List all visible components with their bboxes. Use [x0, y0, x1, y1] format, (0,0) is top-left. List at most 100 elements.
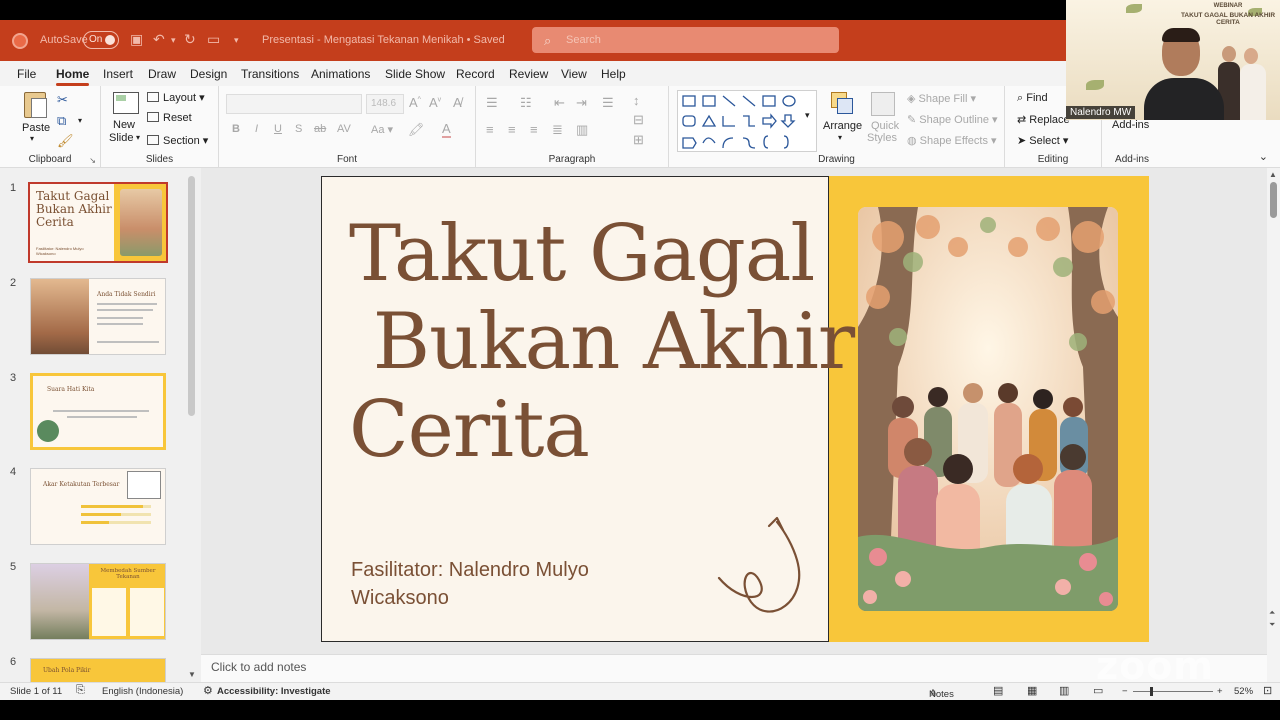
zoom-out-icon[interactable]: − — [1122, 686, 1128, 697]
reading-view-icon[interactable]: ▥ — [1059, 684, 1069, 697]
zoom-participant-video[interactable]: WEBINAR TAKUT GAGAL BUKAN AKHIR CERITA N… — [1066, 0, 1280, 120]
clear-formatting-icon[interactable]: A̸ — [453, 95, 462, 110]
thumbnail-slide-4[interactable]: Akar Ketakutan Terbesar — [30, 468, 166, 545]
addins-button[interactable]: Add-ins — [1112, 119, 1149, 131]
decrease-font-icon[interactable]: Av — [429, 95, 441, 110]
tab-review[interactable]: Review — [509, 67, 548, 81]
section-button[interactable]: Section ▾ — [147, 134, 208, 147]
change-case-icon[interactable]: Aa ▾ — [371, 123, 393, 136]
slide-title[interactable]: Takut Gagal Bukan Akhir Cerita — [349, 210, 855, 474]
tab-design[interactable]: Design — [190, 67, 227, 81]
align-text-icon[interactable]: ⊟ — [633, 112, 644, 128]
scroll-thumb[interactable] — [1270, 182, 1277, 218]
previous-slide-icon[interactable]: ⏶ — [1269, 608, 1275, 618]
zoom-level[interactable]: 52% — [1234, 686, 1253, 697]
increase-font-icon[interactable]: A^ — [409, 95, 421, 110]
dialog-launcher-icon[interactable]: ↘ — [89, 156, 96, 165]
current-slide[interactable]: Takut Gagal Bukan Akhir Cerita Fasilitat… — [321, 176, 1149, 642]
thumbnails-scrollbar[interactable] — [188, 176, 195, 416]
font-size-dropdown[interactable]: 148.6 — [366, 94, 404, 114]
redo-icon[interactable]: ↻ — [184, 31, 196, 48]
shape-outline-button[interactable]: ✎ Shape Outline ▾ — [907, 113, 998, 126]
thumbnail-slide-6[interactable]: Ubah Pola Pikir — [30, 658, 166, 682]
autosave-toggle[interactable]: On — [83, 31, 119, 49]
thumbnail-slide-1[interactable]: Takut Gagal Bukan Akhir Cerita Fasilitat… — [28, 182, 168, 263]
decrease-indent-icon[interactable]: ⇤ — [554, 95, 565, 111]
columns-icon[interactable]: ▥ — [576, 122, 588, 138]
tab-home[interactable]: Home — [56, 67, 90, 86]
line-spacing-icon[interactable]: ☰ — [602, 95, 614, 111]
quick-styles-button[interactable]: Quick Styles — [867, 90, 901, 148]
tab-help[interactable]: Help — [601, 67, 626, 81]
zoom-slider-thumb[interactable] — [1150, 687, 1153, 696]
copy-icon[interactable]: ⧉ — [57, 113, 66, 129]
paste-button[interactable]: Paste ▾ — [18, 90, 52, 148]
spell-check-icon[interactable]: ⎘ — [76, 684, 85, 697]
tab-slide-show[interactable]: Slide Show — [385, 67, 445, 81]
normal-view-icon[interactable]: ▤ — [993, 684, 1003, 697]
tab-insert[interactable]: Insert — [103, 67, 133, 81]
shape-effects-button[interactable]: ◍ Shape Effects ▾ — [907, 134, 997, 147]
reset-button[interactable]: Reset — [147, 112, 192, 124]
format-painter-icon[interactable]: 🖌 — [57, 133, 74, 149]
zoom-slider[interactable] — [1133, 691, 1213, 692]
thumbnail-slide-3[interactable]: Suara Hati Kita — [30, 373, 166, 450]
slide-facilitator[interactable]: Fasilitator: Nalendro Mulyo Wicaksono — [351, 556, 651, 612]
slide-illustration[interactable] — [858, 207, 1118, 611]
tab-transitions[interactable]: Transitions — [241, 67, 299, 81]
undo-dropdown-icon[interactable]: ▾ — [171, 35, 176, 46]
search-box[interactable]: ⌕ Search — [532, 27, 839, 53]
tab-view[interactable]: View — [561, 67, 587, 81]
align-center-icon[interactable]: ≡ — [508, 122, 516, 137]
layout-button[interactable]: Layout ▾ — [147, 91, 205, 104]
numbering-icon[interactable]: ☷ — [520, 95, 532, 111]
highlight-icon[interactable]: 🖍 — [408, 122, 425, 138]
bullets-icon[interactable]: ☰ — [486, 95, 498, 111]
underline-icon[interactable]: U — [274, 123, 282, 135]
document-title[interactable]: Presentasi - Mengatasi Tekanan Menikah •… — [262, 34, 505, 46]
save-icon[interactable]: ▣ — [130, 31, 143, 48]
shapes-more-icon[interactable]: ▾ — [805, 110, 810, 121]
font-family-dropdown[interactable] — [226, 94, 362, 114]
thumbnail-slide-2[interactable]: Anda Tidak Sendiri — [30, 278, 166, 355]
shapes-gallery[interactable] — [677, 90, 817, 152]
tab-draw[interactable]: Draw — [148, 67, 176, 81]
slide-sorter-icon[interactable]: ▦ — [1027, 684, 1037, 697]
language-indicator[interactable]: English (Indonesia) — [102, 686, 183, 697]
cut-icon[interactable]: ✂ — [57, 92, 68, 108]
italic-icon[interactable]: I — [255, 123, 258, 135]
customize-toolbar-icon[interactable]: ▾ — [234, 35, 239, 46]
chevron-down-icon[interactable]: ▾ — [78, 116, 82, 125]
scroll-up-icon[interactable]: ▲ — [1269, 170, 1277, 179]
find-button[interactable]: ⌕ Find — [1017, 92, 1048, 105]
bold-icon[interactable]: B — [232, 123, 240, 135]
char-spacing-icon[interactable]: AV — [337, 123, 351, 135]
shadow-icon[interactable]: S — [295, 123, 302, 135]
strikethrough-icon[interactable]: ab — [314, 123, 326, 135]
fit-to-window-icon[interactable]: ⊡ — [1263, 684, 1272, 697]
align-left-icon[interactable]: ≡ — [486, 122, 494, 137]
shape-fill-button[interactable]: ◈ Shape Fill ▾ — [907, 92, 976, 105]
tab-file[interactable]: File — [17, 67, 36, 81]
align-right-icon[interactable]: ≡ — [530, 122, 538, 137]
slide-show-icon[interactable]: ▭ — [1093, 684, 1103, 697]
new-slide-button[interactable]: New Slide ▾ — [109, 90, 143, 148]
justify-icon[interactable]: ≣ — [552, 122, 563, 138]
replace-button[interactable]: ⇄ Replace — [1017, 113, 1070, 126]
arrange-button[interactable]: Arrange ▾ — [823, 90, 863, 148]
undo-icon[interactable]: ↶ — [153, 31, 165, 48]
text-direction-icon[interactable]: ↕ — [633, 93, 640, 108]
tab-animations[interactable]: Animations — [311, 67, 370, 81]
font-color-icon[interactable]: A — [442, 121, 451, 138]
tab-record[interactable]: Record — [456, 67, 495, 81]
smartart-icon[interactable]: ⊞ — [633, 132, 644, 148]
presenter-icon[interactable]: ▭ — [207, 31, 220, 48]
thumbnail-slide-5[interactable]: Membedah Sumber Tekanan — [30, 563, 166, 640]
increase-indent-icon[interactable]: ⇥ — [576, 95, 587, 111]
next-slide-icon[interactable]: ⏷ — [1269, 620, 1275, 630]
scroll-down-icon[interactable]: ▼ — [188, 670, 196, 679]
zoom-in-icon[interactable]: + — [1217, 686, 1223, 697]
select-button[interactable]: ➤ Select ▾ — [1017, 134, 1068, 147]
accessibility-status[interactable]: Accessibility: Investigate — [217, 686, 331, 697]
editor-scrollbar[interactable]: ▲ ⏶ ⏷ — [1267, 168, 1280, 682]
